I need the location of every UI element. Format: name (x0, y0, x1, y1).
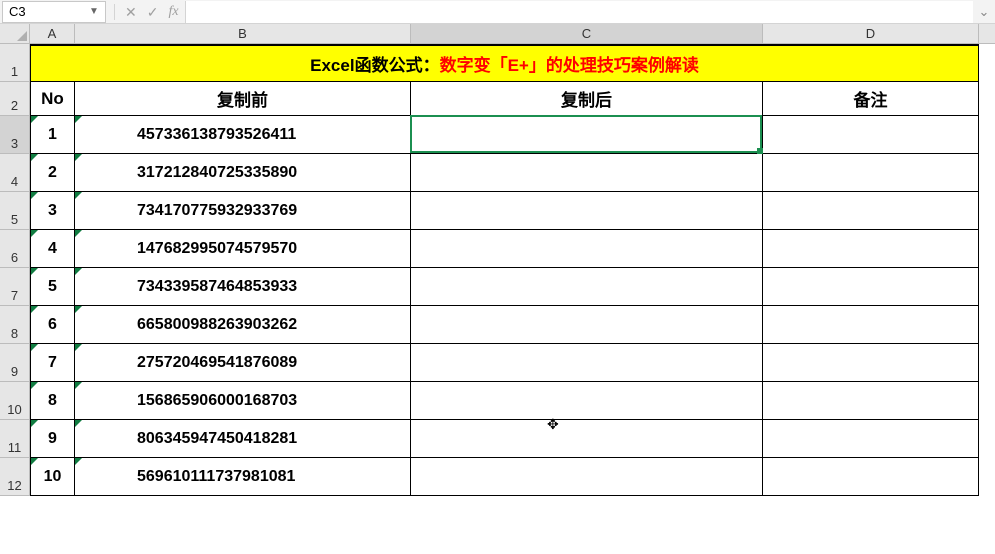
name-box-value: C3 (9, 4, 87, 19)
cell-remark[interactable] (763, 382, 979, 420)
row-header[interactable]: 9 (0, 344, 30, 382)
fx-icon[interactable]: fx (168, 5, 178, 19)
cell-after[interactable] (411, 268, 763, 306)
cell-after[interactable] (411, 420, 763, 458)
row-header[interactable]: 12 (0, 458, 30, 496)
header-remark[interactable]: 备注 (763, 82, 979, 116)
cell-after[interactable] (411, 154, 763, 192)
row-header[interactable]: 5 (0, 192, 30, 230)
cell-remark[interactable] (763, 230, 979, 268)
row-header[interactable]: 7 (0, 268, 30, 306)
cell-before[interactable]: 457336138793526411 (75, 116, 411, 154)
cell-before[interactable]: 147682995074579570 (75, 230, 411, 268)
cell-no[interactable]: 10 (30, 458, 75, 496)
cell-before[interactable]: 317212840725335890 (75, 154, 411, 192)
chevron-down-icon[interactable]: ▼ (87, 6, 101, 17)
cell-remark[interactable] (763, 192, 979, 230)
cell-before[interactable]: 806345947450418281 (75, 420, 411, 458)
cell-remark[interactable] (763, 420, 979, 458)
header-before[interactable]: 复制前 (75, 82, 411, 116)
cell-remark[interactable] (763, 306, 979, 344)
cell-no[interactable]: 7 (30, 344, 75, 382)
cell-after[interactable] (411, 458, 763, 496)
column-header-B[interactable]: B (75, 24, 411, 43)
column-header-D[interactable]: D (763, 24, 979, 43)
cell-before[interactable]: 734170775932933769 (75, 192, 411, 230)
cell-after[interactable] (411, 382, 763, 420)
cell-after[interactable] (411, 116, 763, 154)
cell-no[interactable]: 9 (30, 420, 75, 458)
cell-after[interactable] (411, 230, 763, 268)
cell-no[interactable]: 1 (30, 116, 75, 154)
cell-after[interactable] (411, 192, 763, 230)
cancel-icon[interactable]: ✕ (125, 5, 137, 19)
name-box[interactable]: C3 ▼ (2, 1, 106, 23)
confirm-icon[interactable]: ✓ (147, 5, 159, 19)
cell-before[interactable]: 275720469541876089 (75, 344, 411, 382)
cell-remark[interactable] (763, 458, 979, 496)
cell-no[interactable]: 6 (30, 306, 75, 344)
title-prefix: Excel函数公式： (310, 51, 439, 76)
cell-after[interactable] (411, 306, 763, 344)
cell-remark[interactable] (763, 344, 979, 382)
cell-before[interactable]: 665800988263903262 (75, 306, 411, 344)
row-header[interactable]: 4 (0, 154, 30, 192)
cell-remark[interactable] (763, 154, 979, 192)
header-after[interactable]: 复制后 (411, 82, 763, 116)
title-main: 数字变「E+」的处理技巧案例解读 (440, 51, 699, 76)
row-header[interactable]: 3 (0, 116, 30, 154)
cell-after[interactable] (411, 344, 763, 382)
cell-no[interactable]: 5 (30, 268, 75, 306)
cell-no[interactable]: 4 (30, 230, 75, 268)
row-header[interactable]: 11 (0, 420, 30, 458)
cell-no[interactable]: 3 (30, 192, 75, 230)
formula-expand-icon[interactable]: ⌄ (973, 4, 995, 20)
spreadsheet-grid[interactable]: 1Excel函数公式：数字变「E+」的处理技巧案例解读2No复制前复制后备注31… (0, 44, 995, 496)
cell-remark[interactable] (763, 116, 979, 154)
header-no[interactable]: No (30, 82, 75, 116)
select-all-cell[interactable] (0, 24, 30, 43)
cell-no[interactable]: 8 (30, 382, 75, 420)
cell-remark[interactable] (763, 268, 979, 306)
row-header[interactable]: 6 (0, 230, 30, 268)
row-header[interactable]: 8 (0, 306, 30, 344)
column-header-C[interactable]: C (411, 24, 763, 43)
column-headers: A B C D (0, 24, 995, 44)
formula-bar-row: C3 ▼ ✕ ✓ fx ⌄ (0, 0, 995, 24)
row-header[interactable]: 1 (0, 44, 30, 82)
formula-input[interactable] (185, 1, 973, 23)
cell-before[interactable]: 569610111737981081 (75, 458, 411, 496)
column-header-A[interactable]: A (30, 24, 75, 43)
row-header[interactable]: 10 (0, 382, 30, 420)
formula-bar-buttons: ✕ ✓ fx (114, 4, 179, 20)
title-cell[interactable]: Excel函数公式：数字变「E+」的处理技巧案例解读 (30, 44, 979, 82)
cell-no[interactable]: 2 (30, 154, 75, 192)
cell-before[interactable]: 734339587464853933 (75, 268, 411, 306)
row-header[interactable]: 2 (0, 82, 30, 116)
separator (114, 4, 115, 20)
cell-before[interactable]: 156865906000168703 (75, 382, 411, 420)
